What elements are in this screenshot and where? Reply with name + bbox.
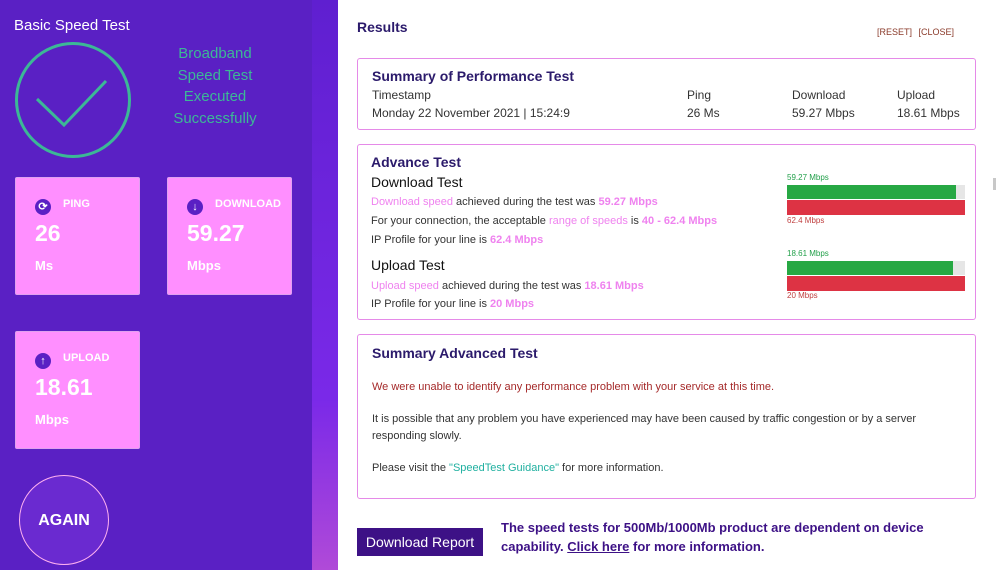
- upload-test-heading: Upload Test: [371, 257, 445, 273]
- status-message: Broadband Speed Test Executed Successful…: [168, 43, 262, 129]
- download-report-button[interactable]: Download Report: [357, 528, 483, 556]
- upload-profile-text: IP Profile for your line is: [371, 298, 491, 310]
- timestamp-label: Timestamp: [372, 88, 431, 102]
- results-actions: [RESET] [CLOSE]: [877, 27, 958, 37]
- status-line: Successfully: [173, 109, 257, 127]
- performance-summary-heading: Summary of Performance Test: [372, 68, 575, 84]
- advanced-summary-panel: Summary Advanced Test We were unable to …: [357, 334, 976, 499]
- download-range-text: For your connection, the acceptable: [371, 215, 549, 227]
- success-check-icon: [15, 42, 131, 158]
- sidebar: Basic Speed Test Broadband Speed Test Ex…: [0, 0, 312, 570]
- results-title: Results: [357, 19, 408, 35]
- product-note: The speed tests for 500Mb/1000Mb product…: [501, 518, 941, 556]
- download-arrow-icon: ↓: [187, 199, 203, 215]
- download-speed-bar-fill: [787, 185, 957, 199]
- range-of-speeds-link[interactable]: range of speeds: [549, 215, 628, 227]
- upload-card-unit: Mbps: [35, 412, 69, 427]
- upload-arrow-icon: ↑: [35, 353, 51, 369]
- upload-value: 18.61 Mbps: [897, 106, 960, 120]
- sidebar-edge: [312, 0, 338, 570]
- download-range-value: 40 - 62.4 Mbps: [641, 215, 718, 227]
- download-speed-link[interactable]: Download speed: [371, 196, 453, 208]
- reset-link[interactable]: [RESET]: [877, 27, 912, 37]
- download-range-is: is: [627, 215, 642, 227]
- download-range-line: For your connection, the acceptable rang…: [371, 215, 717, 227]
- upload-speed-bar: [787, 261, 965, 275]
- upload-profile-line: IP Profile for your line is 20 Mbps: [371, 298, 534, 310]
- upload-speed-bar-fill: [787, 261, 953, 275]
- download-value: 59.27 Mbps: [792, 106, 855, 120]
- upload-card-value: 18.61: [35, 374, 93, 400]
- performance-summary-panel: Summary of Performance Test Timestamp Mo…: [357, 58, 976, 130]
- advance-test-heading: Advance Test: [371, 154, 461, 170]
- product-note-end: for more information.: [629, 539, 765, 554]
- close-link[interactable]: [CLOSE]: [919, 27, 955, 37]
- timestamp-value: Monday 22 November 2021 | 15:24:9: [372, 106, 570, 120]
- status-line: Executed: [183, 88, 247, 105]
- guidance-text-end: for more information.: [558, 462, 664, 474]
- upload-speed-line: Upload speed achieved during the test wa…: [371, 280, 644, 292]
- guidance-text: Please visit the: [372, 462, 450, 474]
- ping-label: Ping: [687, 88, 712, 102]
- status-line: Broadband: [178, 45, 252, 62]
- advanced-summary-heading: Summary Advanced Test: [372, 345, 538, 361]
- download-speed-text: achieved during the test was: [452, 196, 599, 208]
- sidebar-title: Basic Speed Test: [14, 17, 130, 34]
- ping-column: Ping 26 Ms: [687, 88, 720, 120]
- download-card: ↓ DOWNLOAD 59.27 Mbps: [167, 177, 292, 295]
- ping-card-unit: Ms: [35, 258, 54, 273]
- upload-speed-link[interactable]: Upload speed: [371, 280, 439, 292]
- download-card-unit: Mbps: [187, 258, 221, 273]
- ping-icon: ⟳: [35, 199, 51, 215]
- upload-bar-bottom-label: 20 Mbps: [787, 291, 818, 300]
- upload-bar-top-label: 18.61 Mbps: [787, 249, 829, 258]
- upload-profile-value: 20 Mbps: [490, 298, 535, 310]
- download-profile-text: IP Profile for your line is: [371, 234, 491, 246]
- ping-value: 26 Ms: [687, 106, 720, 120]
- ping-card-label: PING: [63, 198, 90, 210]
- download-speed-line: Download speed achieved during the test …: [371, 196, 658, 208]
- upload-card: ↑ UPLOAD 18.61 Mbps: [15, 331, 140, 449]
- download-column: Download 59.27 Mbps: [792, 88, 855, 120]
- download-speed-bar: [787, 185, 965, 199]
- download-profile-line: IP Profile for your line is 62.4 Mbps: [371, 234, 543, 246]
- advanced-summary-guidance: Please visit the "SpeedTest Guidance" fo…: [372, 460, 968, 477]
- download-profile-value: 62.4 Mbps: [490, 234, 544, 246]
- upload-speed-value: 18.61 Mbps: [584, 280, 644, 292]
- click-here-link[interactable]: Click here: [567, 539, 629, 554]
- status-line: Speed Test: [177, 66, 253, 84]
- timestamp-column: Timestamp Monday 22 November 2021 | 15:2…: [372, 88, 570, 120]
- download-label: Download: [792, 88, 846, 102]
- download-speed-value: 59.27 Mbps: [598, 196, 658, 208]
- again-button[interactable]: AGAIN: [19, 475, 109, 565]
- advanced-summary-note: It is possible that any problem you have…: [372, 413, 916, 442]
- upload-label: Upload: [897, 88, 936, 102]
- upload-profile-bar: [787, 276, 965, 291]
- upload-speed-text: achieved during the test was: [438, 280, 585, 292]
- upload-column: Upload 18.61 Mbps: [897, 88, 960, 120]
- download-card-value: 59.27: [187, 220, 245, 246]
- advanced-summary-result: We were unable to identify any performan…: [372, 381, 775, 393]
- download-card-label: DOWNLOAD: [215, 198, 281, 210]
- upload-card-label: UPLOAD: [63, 352, 110, 364]
- download-profile-bar: [787, 200, 965, 215]
- download-bar-top-label: 59.27 Mbps: [787, 173, 829, 182]
- ping-card-value: 26: [35, 220, 61, 246]
- ping-card: ⟳ PING 26 Ms: [15, 177, 140, 295]
- download-bar-bottom-label: 62.4 Mbps: [787, 216, 825, 225]
- speedtest-guidance-link[interactable]: "SpeedTest Guidance": [449, 462, 559, 474]
- advance-test-panel: Advance Test Download Test Download spee…: [357, 144, 976, 320]
- download-test-heading: Download Test: [371, 174, 463, 190]
